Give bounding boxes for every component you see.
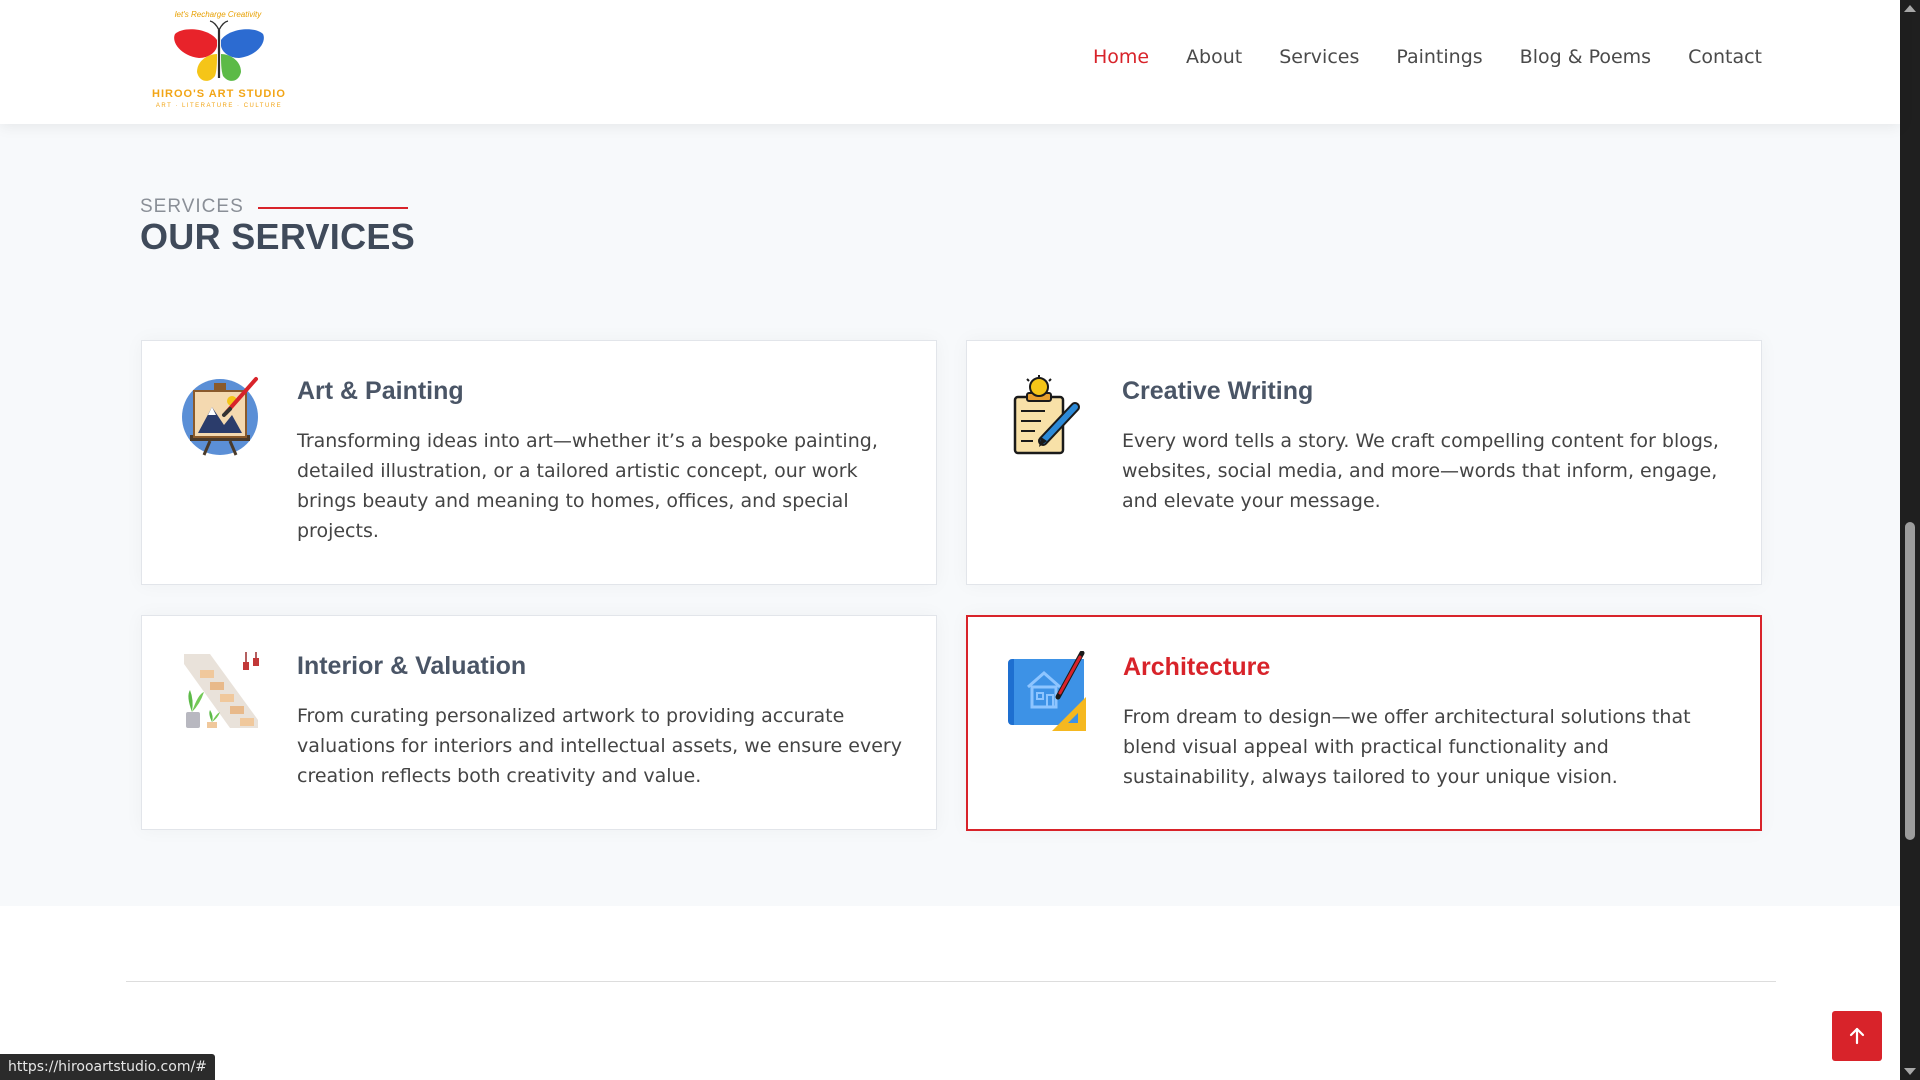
card-description: From curating personalized artwork to pr…	[297, 705, 902, 787]
footer-divider	[126, 981, 1776, 982]
nav-about[interactable]: About	[1186, 46, 1242, 68]
nav-paintings[interactable]: Paintings	[1396, 46, 1482, 68]
service-card-interior-valuation[interactable]: Interior & Valuation From curating perso…	[141, 615, 937, 830]
site-logo[interactable]: let's Recharge Creativity HIROO'S ART ST…	[143, 8, 303, 112]
card-title: Creative Writing	[1122, 377, 1314, 405]
nav-contact[interactable]: Contact	[1688, 46, 1762, 68]
service-card-art-painting[interactable]: Art & Painting Transforming ideas into a…	[141, 340, 937, 585]
card-description: Transforming ideas into art—whether it’s…	[297, 430, 878, 542]
section-label-line	[257, 207, 408, 209]
card-title: Interior & Valuation	[297, 652, 527, 680]
card-description: From dream to design—we offer architectu…	[1123, 706, 1691, 788]
interior-stairs-icon	[184, 652, 259, 728]
section-label: SERVICES	[140, 196, 244, 217]
scroll-thumb[interactable]	[1905, 522, 1915, 840]
section-label-row: SERVICES	[140, 196, 408, 218]
nav-services[interactable]: Services	[1279, 46, 1359, 68]
main-nav: Home About Services Paintings Blog & Poe…	[1093, 46, 1762, 68]
service-card-creative-writing[interactable]: Creative Writing Every word tells a stor…	[966, 340, 1762, 585]
back-to-top-button[interactable]	[1832, 1011, 1882, 1061]
painting-easel-icon	[182, 377, 258, 456]
card-title: Art & Painting	[297, 377, 464, 405]
blueprint-icon	[1008, 651, 1086, 731]
site-header: let's Recharge Creativity HIROO'S ART ST…	[0, 0, 1900, 124]
logo-subtitle: ART · LITERATURE · CULTURE	[155, 103, 283, 109]
scroll-up-arrow[interactable]	[1904, 5, 1916, 12]
card-description: Every word tells a story. We craft compe…	[1122, 430, 1719, 512]
service-card-architecture[interactable]: Architecture From dream to design—we off…	[966, 615, 1762, 831]
nav-blog-poems[interactable]: Blog & Poems	[1520, 46, 1651, 68]
writing-lightbulb-icon	[1013, 375, 1080, 455]
services-section: SERVICES OUR SERVICES Art & Painting Tra…	[0, 124, 1900, 906]
arrow-up-icon	[1849, 1027, 1865, 1045]
card-title: Architecture	[1123, 653, 1271, 681]
browser-status-bar: https://hirooartstudio.com/#	[0, 1054, 215, 1080]
scroll-down-arrow[interactable]	[1904, 1068, 1916, 1075]
section-title: OUR SERVICES	[140, 216, 416, 257]
nav-home[interactable]: Home	[1093, 46, 1149, 68]
browser-viewport: let's Recharge Creativity HIROO'S ART ST…	[0, 0, 1920, 1080]
butterfly-icon	[174, 20, 264, 81]
logo-name: HIROO'S ART STUDIO	[152, 88, 286, 100]
page-scrollbar[interactable]	[1900, 0, 1920, 1080]
logo-tagline: let's Recharge Creativity	[174, 10, 262, 19]
